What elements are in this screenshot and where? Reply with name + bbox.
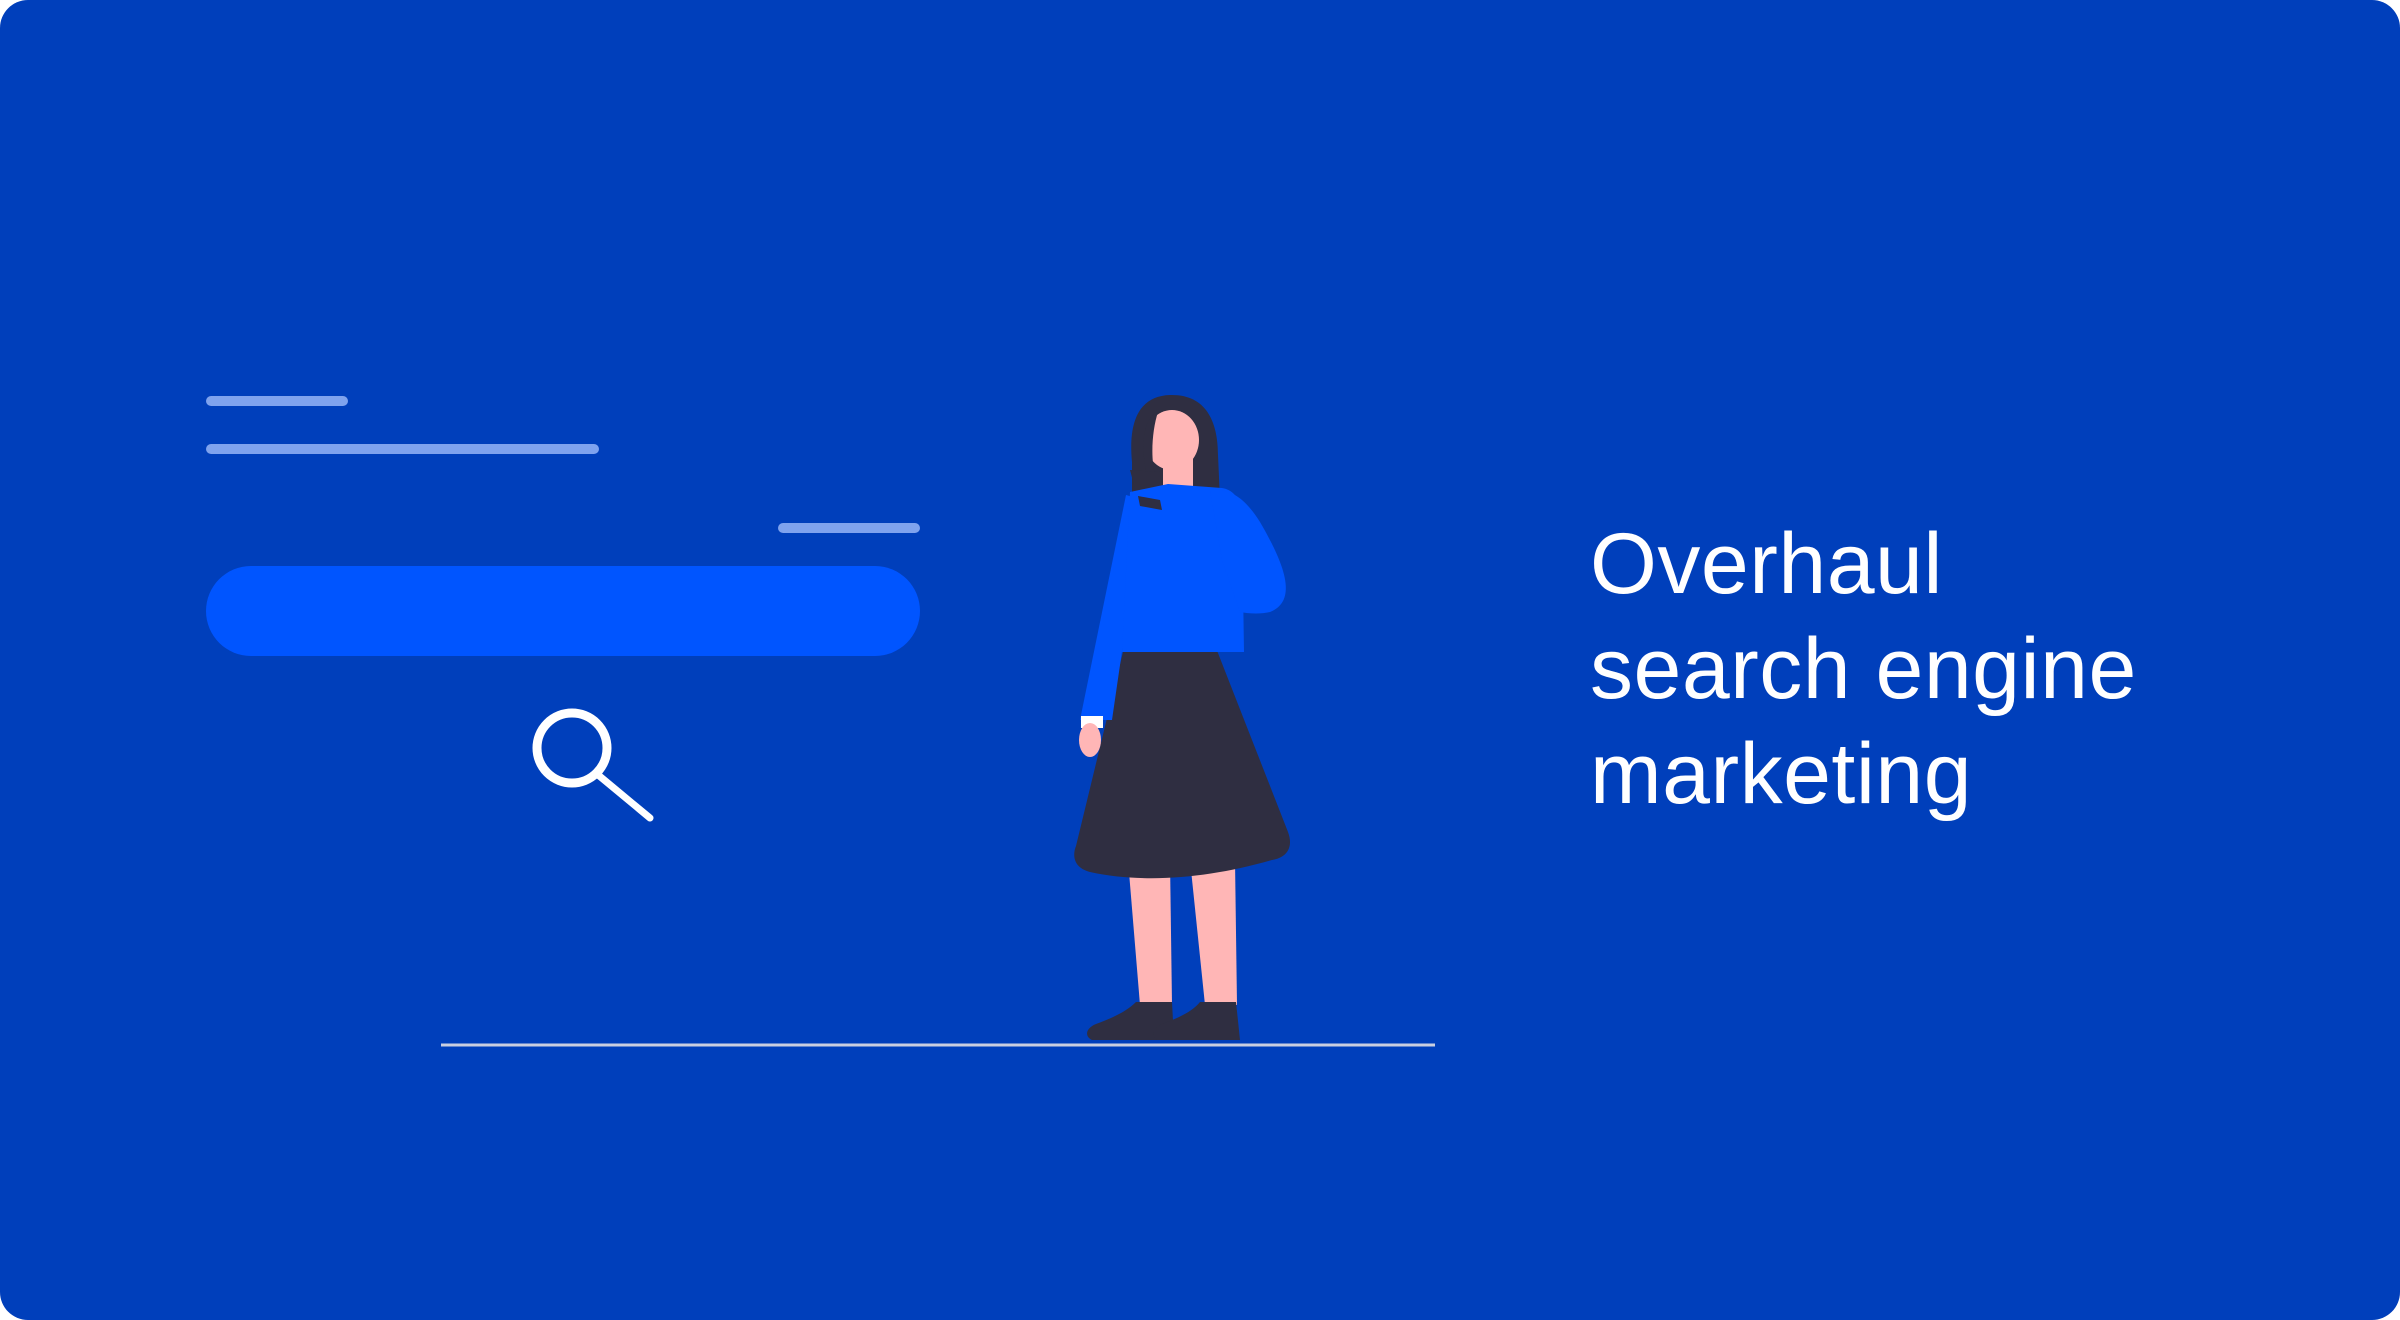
headline-line-1: Overhaul [1590, 516, 1943, 612]
woman-figure [1074, 394, 1291, 1040]
search-bar [206, 566, 920, 656]
headline-line-2: search engine [1590, 621, 2137, 717]
placeholder-lines [206, 396, 920, 533]
headline: Overhaul search engine marketing [1590, 512, 2290, 827]
magnifying-glass-icon [532, 708, 654, 822]
headline-line-3: marketing [1590, 726, 1973, 822]
hero-card: Overhaul search engine marketing [0, 0, 2400, 1320]
